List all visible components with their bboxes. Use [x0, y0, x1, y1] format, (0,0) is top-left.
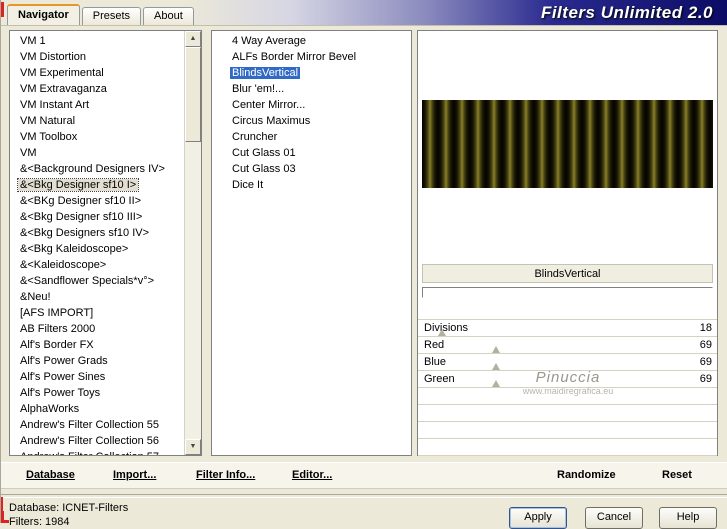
list-item[interactable]: &<Bkg Kaleidoscope>: [12, 241, 181, 257]
reset-button[interactable]: Reset: [662, 469, 692, 481]
param-value: 18: [699, 322, 712, 334]
list-item[interactable]: &<BKg Designer sf10 II>: [12, 193, 181, 209]
param-label: Divisions: [424, 322, 469, 334]
list-item[interactable]: &<Bkg Designers sf10 IV>: [12, 225, 181, 241]
list-item[interactable]: AlphaWorks: [12, 401, 181, 417]
param-row[interactable]: Blue 69: [418, 354, 717, 371]
list-item[interactable]: VM Instant Art: [12, 97, 181, 113]
list-item[interactable]: Cruncher: [214, 129, 409, 145]
scroll-up-icon[interactable]: ▲: [185, 31, 201, 47]
list-item[interactable]: ALFs Border Mirror Bevel: [214, 49, 409, 65]
apply-button[interactable]: Apply: [509, 507, 567, 529]
list-item[interactable]: Andrew's Filter Collection 56: [12, 433, 181, 449]
filter-list: 4 Way Average ALFs Border Mirror Bevel Bli…: [214, 33, 409, 193]
editor-button[interactable]: Editor...: [292, 469, 332, 481]
import-button[interactable]: Import...: [113, 469, 156, 481]
scrollbar-thumb[interactable]: [185, 47, 201, 142]
slider-thumb[interactable]: [491, 363, 500, 370]
slider-thumb[interactable]: [491, 380, 500, 387]
status-database: Database: ICNET-Filters: [9, 502, 129, 514]
param-table: Divisions 18 Red 69 Blue 69 Green 69: [418, 319, 717, 456]
param-value: 69: [699, 356, 712, 368]
title-banner: Filters Unlimited 2.0: [181, 0, 727, 25]
tab-navigator[interactable]: Navigator: [7, 4, 80, 25]
slider-thumb[interactable]: [491, 346, 500, 353]
param-row[interactable]: Red 69: [418, 337, 717, 354]
progress-bar: [422, 287, 713, 298]
list-item[interactable]: &<Sandflower Specials*v°>: [12, 273, 181, 289]
list-item[interactable]: &Neu!: [12, 289, 181, 305]
param-row[interactable]: Green 69: [418, 371, 717, 388]
red-mark-artifact: [1, 2, 4, 17]
filter-listbox[interactable]: 4 Way Average ALFs Border Mirror Bevel Bli…: [211, 30, 412, 456]
status-divider: [1, 494, 727, 498]
database-button[interactable]: Database: [26, 469, 75, 481]
param-row[interactable]: Divisions 18: [418, 320, 717, 337]
param-row-empty: [418, 422, 717, 439]
list-item[interactable]: Center Mirror...: [214, 97, 409, 113]
list-item[interactable]: VM Extravaganza: [12, 81, 181, 97]
tab-bar: Navigator Presets About: [7, 4, 196, 25]
list-item[interactable]: VM: [12, 145, 181, 161]
param-row-empty: [418, 405, 717, 422]
list-item[interactable]: &<Kaleidoscope>: [12, 257, 181, 273]
header-divider: [1, 25, 727, 26]
tab-presets[interactable]: Presets: [81, 7, 142, 25]
list-item[interactable]: Blur 'em!...: [214, 81, 409, 97]
list-item[interactable]: Dice It: [214, 177, 409, 193]
category-list: VM 1 VM Distortion VM Experimental VM Extra…: [12, 33, 181, 455]
list-item[interactable]: Circus Maximus: [214, 113, 409, 129]
list-item[interactable]: Alf's Power Grads: [12, 353, 181, 369]
red-mark-artifact: [1, 497, 3, 511]
param-row-empty: [418, 388, 717, 405]
param-label: Blue: [424, 356, 447, 368]
selected-filter-name: BlindsVertical: [422, 264, 713, 283]
randomize-button[interactable]: Randomize: [557, 469, 616, 481]
list-item[interactable]: AB Filters 2000: [12, 321, 181, 337]
list-item[interactable]: Cut Glass 01: [214, 145, 409, 161]
param-value: 69: [699, 339, 712, 351]
scroll-down-icon[interactable]: ▼: [185, 439, 201, 455]
param-label: Red: [424, 339, 445, 351]
param-value: 69: [699, 373, 712, 385]
tab-about[interactable]: About: [143, 7, 194, 25]
list-item[interactable]: Alf's Power Sines: [12, 369, 181, 385]
param-row-empty: [418, 439, 717, 456]
list-item[interactable]: VM Distortion: [12, 49, 181, 65]
filter-info-button[interactable]: Filter Info...: [196, 469, 255, 481]
list-item[interactable]: Andrew's Filter Collection 55: [12, 417, 181, 433]
list-item[interactable]: VM Experimental: [12, 65, 181, 81]
list-item[interactable]: &<Bkg Designer sf10 III>: [12, 209, 181, 225]
list-item[interactable]: Alf's Power Toys: [12, 385, 181, 401]
category-listbox[interactable]: VM 1 VM Distortion VM Experimental VM Extra…: [9, 30, 202, 456]
list-item[interactable]: BlindsVertical: [214, 65, 409, 81]
list-item[interactable]: &<Bkg Designer sf10 I>: [12, 177, 181, 193]
filters-unlimited-window: { "window": { "title": "Filters Unlimite…: [0, 0, 727, 529]
list-item[interactable]: [AFS IMPORT]: [12, 305, 181, 321]
slider-thumb[interactable]: [437, 329, 446, 336]
window-title: Filters Unlimited 2.0: [540, 2, 713, 22]
cancel-button[interactable]: Cancel: [585, 507, 643, 529]
red-mark-artifact: [1, 511, 9, 523]
help-button[interactable]: Help: [659, 507, 717, 529]
list-item[interactable]: Alf's Border FX: [12, 337, 181, 353]
list-item[interactable]: Cut Glass 03: [214, 161, 409, 177]
preview-panel: BlindsVertical Divisions 18 Red 69 Blue 69 Gre…: [417, 30, 718, 456]
list-item[interactable]: VM 1: [12, 33, 181, 49]
list-item[interactable]: &<Background Designers IV>: [12, 161, 181, 177]
list-item[interactable]: 4 Way Average: [214, 33, 409, 49]
list-item[interactable]: Andrew's Filter Collection 57: [12, 449, 181, 455]
list-item[interactable]: VM Toolbox: [12, 129, 181, 145]
param-label: Green: [424, 373, 455, 385]
bottom-toolbar: Database Import... Filter Info... Editor…: [1, 462, 727, 489]
category-scrollbar[interactable]: ▲ ▼: [184, 31, 201, 455]
status-filter-count: Filters: 1984: [9, 516, 70, 528]
list-item[interactable]: VM Natural: [12, 113, 181, 129]
filter-preview-image: [422, 100, 713, 188]
